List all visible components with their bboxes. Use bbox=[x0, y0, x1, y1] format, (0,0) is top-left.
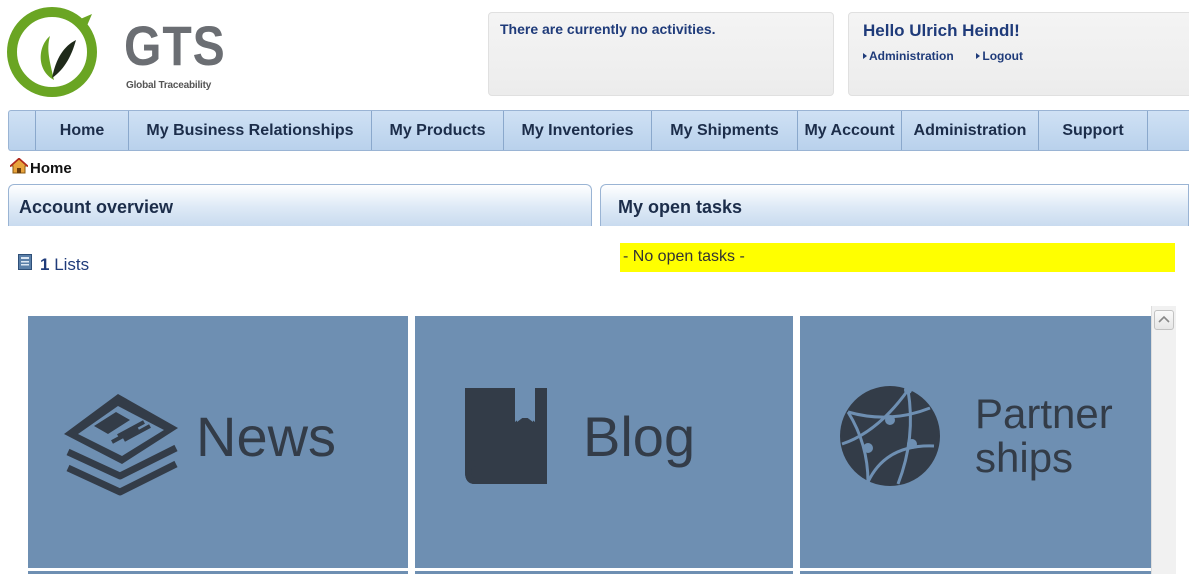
menu-divider bbox=[1147, 111, 1189, 150]
logo-wordmark: GTS bbox=[124, 14, 226, 77]
activity-message: There are currently no activities. bbox=[500, 21, 716, 37]
blog-label: Blog bbox=[583, 405, 696, 468]
bullet-icon bbox=[976, 53, 981, 59]
logout-link[interactable]: Logout bbox=[976, 49, 1023, 63]
menu-my-account[interactable]: My Account bbox=[797, 111, 901, 150]
open-tasks-header: My open tasks bbox=[600, 184, 1189, 226]
administration-link[interactable]: Administration bbox=[863, 49, 954, 63]
user-greeting: Hello Ulrich Heindl! bbox=[863, 21, 1020, 40]
menu-my-shipments[interactable]: My Shipments bbox=[651, 111, 797, 150]
lists-link[interactable]: 1 Lists bbox=[18, 254, 89, 275]
account-overview-header: Account overview bbox=[8, 184, 592, 226]
partnerships-tile[interactable]: Partner ships bbox=[800, 316, 1151, 568]
breadcrumb: Home bbox=[9, 157, 72, 178]
scroll-up-button[interactable] bbox=[1154, 310, 1174, 330]
bullet-icon bbox=[863, 53, 867, 59]
breadcrumb-home[interactable]: Home bbox=[30, 160, 72, 177]
home-icon[interactable] bbox=[9, 157, 29, 178]
news-label: News bbox=[196, 405, 337, 468]
menu-administration[interactable]: Administration bbox=[901, 111, 1038, 150]
lists-count: 1 bbox=[40, 254, 50, 274]
menu-my-products[interactable]: My Products bbox=[371, 111, 503, 150]
main-menu: Home My Business Relationships My Produc… bbox=[8, 110, 1189, 151]
blog-tile[interactable]: Blog bbox=[415, 316, 793, 568]
menu-my-business-relationships[interactable]: My Business Relationships bbox=[128, 111, 371, 150]
news-tile[interactable]: News bbox=[28, 316, 408, 568]
gts-logo-icon[interactable] bbox=[6, 6, 98, 98]
book-icon bbox=[461, 388, 551, 489]
menu-support[interactable]: Support bbox=[1038, 111, 1147, 150]
lists-label: Lists bbox=[54, 254, 90, 274]
activity-panel: There are currently no activities. bbox=[488, 12, 834, 96]
globe-network-icon bbox=[838, 384, 942, 493]
partnerships-label: Partner ships bbox=[975, 390, 1113, 481]
list-icon bbox=[18, 254, 32, 275]
chevron-up-icon bbox=[1158, 315, 1170, 323]
no-open-tasks-message: - No open tasks - bbox=[620, 243, 1175, 272]
vertical-scrollbar[interactable] bbox=[1151, 306, 1176, 574]
logo-tagline: Global Traceability bbox=[126, 80, 212, 91]
user-panel: Hello Ulrich Heindl! Administration Logo… bbox=[848, 12, 1189, 96]
newspaper-icon bbox=[58, 384, 182, 501]
menu-my-inventories[interactable]: My Inventories bbox=[503, 111, 651, 150]
menu-home[interactable]: Home bbox=[35, 111, 128, 150]
